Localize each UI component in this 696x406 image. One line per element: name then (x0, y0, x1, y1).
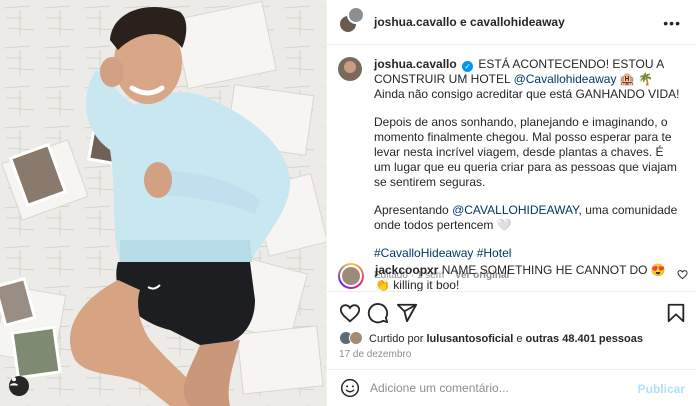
caption-row: joshua.cavallo ✓ ESTÁ ACONTECENDO! ESTOU… (338, 57, 683, 283)
bookmark-icon[interactable] (665, 302, 687, 324)
likes-others[interactable]: outras 48.401 pessoas (526, 333, 643, 345)
likes-prefix: Curtido por (369, 333, 424, 345)
mention-link[interactable]: @CAVALLOHIDEAWAY (452, 203, 578, 217)
emoji-icon[interactable] (340, 378, 360, 398)
post-date[interactable]: 17 de dezembro (339, 349, 411, 360)
post-details-panel: joshua.cavallo e cavallohideaway ••• jos… (326, 0, 696, 406)
likes-summary[interactable]: Curtido por lulusantosoficial e outras 4… (339, 331, 643, 347)
caption-line2: Ainda não consigo acreditar que está GAN… (374, 87, 680, 101)
avatar-image (340, 265, 362, 287)
avatar (347, 6, 365, 24)
likes-user[interactable]: lulusantosoficial (426, 333, 513, 345)
caption-username[interactable]: joshua.cavallo (374, 57, 457, 71)
post-header: joshua.cavallo e cavallohideaway ••• (327, 0, 696, 45)
caption-para3-prefix: Apresentando (374, 203, 449, 217)
caption-text: joshua.cavallo ✓ ESTÁ ACONTECENDO! ESTOU… (374, 57, 683, 283)
comment-icon[interactable] (367, 302, 389, 324)
caption-scroll-area[interactable]: joshua.cavallo ✓ ESTÁ ACONTECENDO! ESTOU… (327, 45, 696, 291)
comment-input[interactable] (370, 381, 630, 395)
verified-badge-icon: ✓ (462, 61, 474, 72)
post-photo[interactable] (0, 0, 326, 406)
post-photo-illustration (0, 0, 326, 406)
avatar[interactable] (338, 263, 364, 289)
add-comment-bar: Publicar (327, 369, 696, 406)
action-bar (327, 291, 696, 331)
heart-icon[interactable] (339, 302, 361, 324)
caption-emoji: 🏨 🌴 (619, 72, 654, 86)
collab-avatars[interactable] (338, 6, 366, 36)
user-tag-icon (10, 377, 18, 386)
comment-text: jackcoopxr NAME SOMETHING HE CANNOT DO 😍… (375, 263, 675, 291)
header-usernames[interactable]: joshua.cavallo e cavallohideaway (374, 15, 565, 29)
share-icon[interactable] (396, 302, 418, 324)
ellipsis-icon[interactable]: ••• (663, 15, 681, 31)
tagged-users-button[interactable] (9, 376, 29, 396)
avatar[interactable] (338, 57, 362, 81)
liker-avatars (339, 331, 365, 347)
post-comment-button[interactable]: Publicar (638, 382, 685, 396)
heart-icon[interactable] (677, 269, 688, 280)
mention-link[interactable]: @Cavallohideaway (514, 72, 617, 86)
hashtags-link[interactable]: #CavalloHideaway #Hotel (374, 246, 683, 261)
likes-middle: e (516, 333, 523, 345)
comment-username[interactable]: jackcoopxr (375, 263, 438, 277)
caption-paragraph-3: Apresentando @CAVALLOHIDEAWAY, uma comun… (374, 203, 683, 233)
caption-paragraph-2: Depois de anos sonhando, planejando e im… (374, 115, 677, 189)
comment-row: jackcoopxr NAME SOMETHING HE CANNOT DO 😍… (338, 263, 690, 291)
instagram-post-frame: joshua.cavallo e cavallohideaway ••• jos… (0, 0, 696, 406)
avatar (349, 331, 363, 345)
